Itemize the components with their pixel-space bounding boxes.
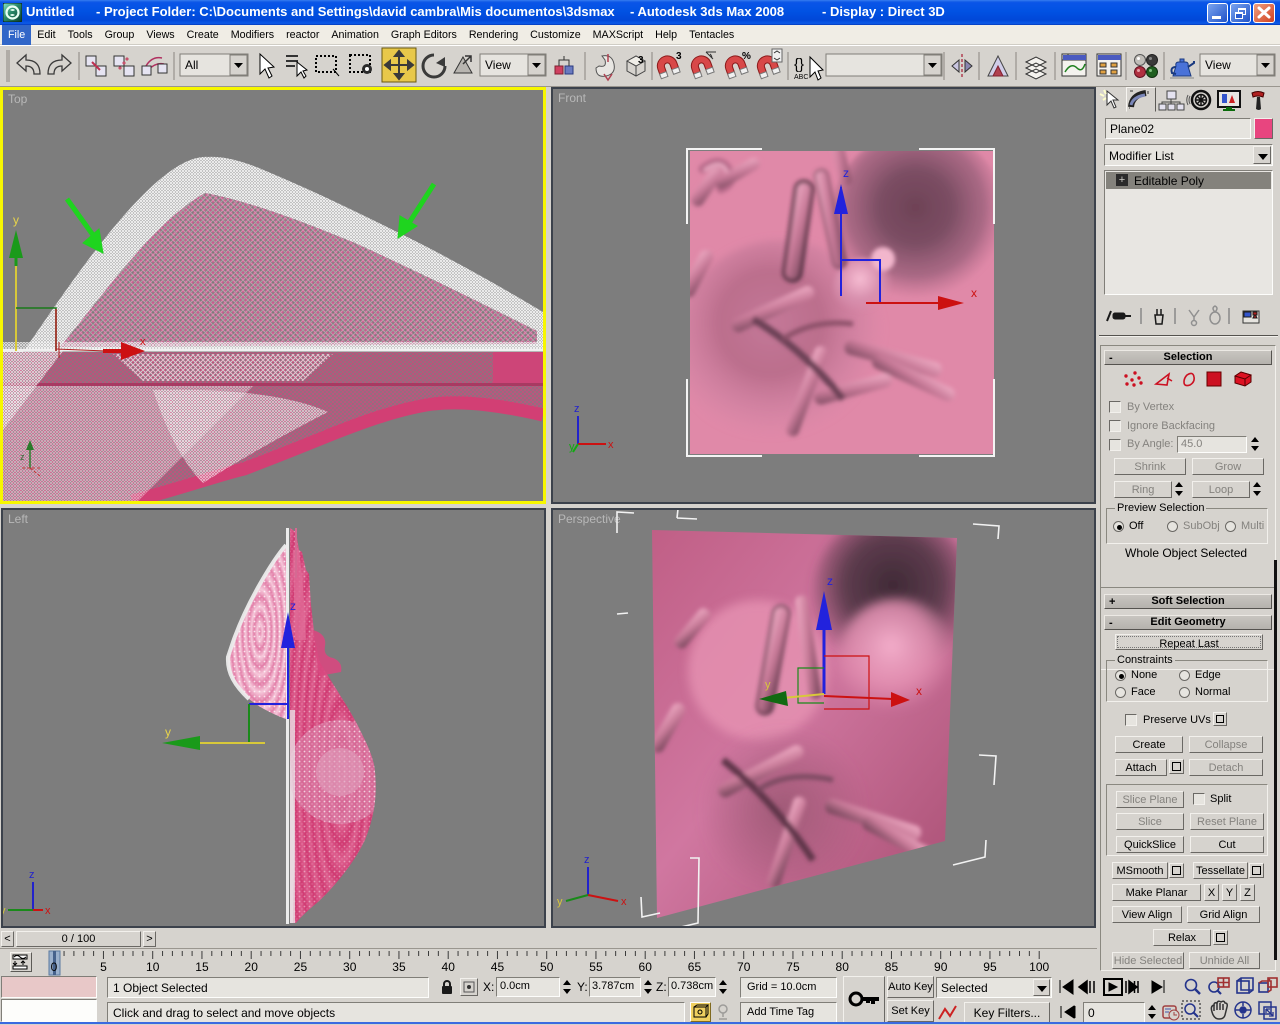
svg-text:20: 20 xyxy=(245,960,259,974)
svg-text:z: z xyxy=(29,869,35,881)
svg-text:y: y xyxy=(765,679,771,691)
svg-text:10: 10 xyxy=(146,960,160,974)
svg-text:x: x xyxy=(45,905,51,917)
svg-text:x: x xyxy=(916,684,922,698)
svg-text:85: 85 xyxy=(885,960,899,974)
svg-text:40: 40 xyxy=(442,960,456,974)
svg-text:View: View xyxy=(485,58,511,72)
svg-text:60: 60 xyxy=(639,960,653,974)
svg-text:80: 80 xyxy=(836,960,850,974)
svg-text:z: z xyxy=(574,403,580,415)
svg-text:3: 3 xyxy=(638,55,644,66)
svg-text:x: x xyxy=(608,439,614,451)
svg-text:x: x xyxy=(621,896,627,908)
svg-text:35: 35 xyxy=(392,960,406,974)
svg-text:y: y xyxy=(569,441,575,453)
svg-text:70: 70 xyxy=(737,960,751,974)
svg-text:z: z xyxy=(20,452,25,462)
svg-text:y: y xyxy=(13,213,19,227)
svg-text:All: All xyxy=(185,58,198,72)
svg-text:{}: {} xyxy=(794,56,804,73)
svg-text:y: y xyxy=(3,905,6,917)
svg-text:x: x xyxy=(971,286,977,300)
svg-text:z: z xyxy=(290,599,296,613)
svg-text:z: z xyxy=(827,574,833,588)
svg-text:15: 15 xyxy=(195,960,209,974)
svg-text:90: 90 xyxy=(934,960,948,974)
svg-text:5: 5 xyxy=(100,960,107,974)
svg-text:y: y xyxy=(557,896,563,908)
svg-text:0: 0 xyxy=(51,960,58,974)
svg-text:45: 45 xyxy=(491,960,505,974)
svg-text:75: 75 xyxy=(786,960,800,974)
svg-text:y: y xyxy=(165,725,171,739)
svg-text:ABC: ABC xyxy=(794,74,808,81)
svg-text:25: 25 xyxy=(294,960,308,974)
svg-text:View: View xyxy=(1205,58,1231,72)
svg-text:z: z xyxy=(843,166,849,180)
svg-text:x: x xyxy=(140,336,146,348)
svg-text:%: % xyxy=(742,51,751,62)
svg-text:z: z xyxy=(584,854,590,866)
svg-text:100: 100 xyxy=(1029,960,1049,974)
svg-text:95: 95 xyxy=(983,960,997,974)
svg-text:30: 30 xyxy=(343,960,357,974)
svg-text:50: 50 xyxy=(540,960,554,974)
svg-text:3: 3 xyxy=(676,51,682,62)
svg-text:65: 65 xyxy=(688,960,702,974)
svg-text:55: 55 xyxy=(589,960,603,974)
